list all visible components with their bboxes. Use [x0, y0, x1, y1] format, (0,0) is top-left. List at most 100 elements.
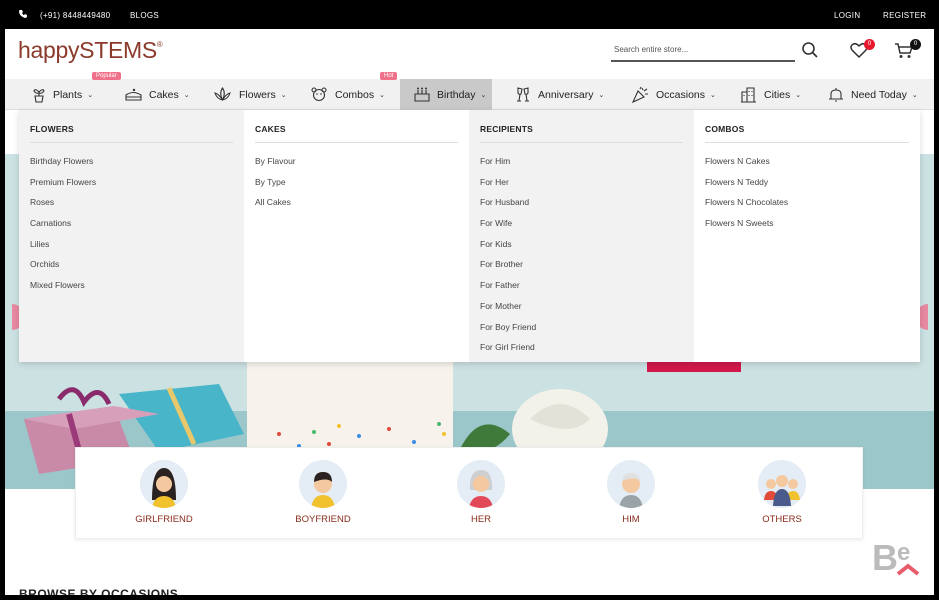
- menu-item[interactable]: By Type: [255, 172, 458, 193]
- birthday-cake-icon: [414, 87, 430, 102]
- svg-text:B: B: [872, 537, 898, 578]
- menu-item[interactable]: Lilies: [30, 234, 233, 255]
- popular-tag: Popular: [92, 72, 121, 80]
- menu-item[interactable]: Flowers N Chocolates: [705, 192, 909, 213]
- logo-registered-mark: ®: [156, 40, 163, 49]
- behance-watermark-icon: B e: [872, 537, 920, 578]
- column-title: COMBOS: [705, 124, 909, 143]
- nav-label: Cakes: [149, 88, 179, 101]
- menu-item[interactable]: For Mother: [480, 296, 683, 317]
- chevron-down-icon: ⌄: [280, 91, 287, 99]
- search-icon[interactable]: [801, 41, 819, 59]
- bell-icon: [829, 87, 843, 102]
- nav-label: Need Today: [851, 88, 907, 101]
- nav-item-flowers[interactable]: Flowers ⌄: [213, 79, 287, 110]
- chevron-down-icon: ⌄: [379, 91, 385, 99]
- glasses-icon: [517, 86, 529, 102]
- mega-col-combos: COMBOS Flowers N Cakes Flowers N Teddy F…: [694, 110, 920, 362]
- boyfriend-avatar-icon: [299, 460, 347, 508]
- recipient-boyfriend[interactable]: BOYFRIEND: [283, 460, 363, 525]
- nav-item-birthday[interactable]: Birthday ⌄: [400, 79, 492, 110]
- nav-item-cakes[interactable]: Cakes ⌄: [125, 79, 190, 110]
- login-link[interactable]: LOGIN: [834, 11, 860, 20]
- menu-item[interactable]: For Wife: [480, 213, 683, 234]
- menu-item[interactable]: Flowers N Teddy: [705, 172, 909, 193]
- recipient-label: HER: [470, 514, 492, 525]
- menu-item[interactable]: For Brother: [480, 254, 683, 275]
- svg-text:e: e: [897, 539, 910, 566]
- nav-label: Occasions: [656, 88, 706, 101]
- top-bar: (+91) 8448449480 BLOGS LOGIN REGISTER: [0, 0, 939, 29]
- column-title: RECIPIENTS: [480, 124, 683, 143]
- column-title: CAKES: [255, 124, 458, 143]
- mega-col-cakes: CAKES By Flavour By Type All Cakes: [244, 110, 469, 362]
- logo-text: happySTEMS: [18, 37, 157, 63]
- flower-icon: [214, 87, 231, 102]
- plant-icon: [33, 88, 45, 103]
- search-input[interactable]: [611, 39, 795, 60]
- menu-item[interactable]: Premium Flowers: [30, 172, 233, 193]
- chevron-down-icon: ⌄: [911, 91, 918, 99]
- recipient-label: GIRLFRIEND: [135, 514, 193, 525]
- chevron-down-icon: ⌄: [480, 91, 487, 99]
- menu-item[interactable]: For Husband: [480, 192, 683, 213]
- nav-item-cities[interactable]: Cities ⌄: [740, 79, 801, 110]
- menu-item[interactable]: Birthday Flowers: [30, 151, 233, 172]
- city-icon: [741, 86, 756, 103]
- wishlist-count: 0: [864, 39, 875, 50]
- wishlist-button[interactable]: 0: [850, 39, 875, 60]
- nav-label: Birthday: [437, 88, 476, 101]
- phone-icon: [19, 10, 27, 18]
- cart-count: 0: [910, 39, 921, 50]
- nav-label: Cities: [764, 88, 791, 101]
- menu-item[interactable]: For Father: [480, 275, 683, 296]
- chevron-down-icon: ⌄: [87, 91, 94, 99]
- recipient-him[interactable]: HIM: [591, 460, 671, 525]
- others-avatar-icon: [758, 460, 806, 508]
- menu-item[interactable]: All Cakes: [255, 192, 458, 213]
- nav-item-combos[interactable]: Combos ⌄ Hot: [310, 72, 398, 110]
- menu-item[interactable]: For Kids: [480, 234, 683, 255]
- phone-number[interactable]: (+91) 8448449480: [40, 11, 110, 20]
- cake-icon: [125, 88, 142, 101]
- recipient-label: HIM: [622, 514, 640, 525]
- menu-item[interactable]: For Him: [480, 151, 683, 172]
- menu-item[interactable]: By Flavour: [255, 151, 458, 172]
- blogs-link[interactable]: BLOGS: [130, 11, 159, 20]
- menu-item[interactable]: Carnations: [30, 213, 233, 234]
- menu-item[interactable]: For Boy Friend: [480, 317, 683, 338]
- page: happySTEMS® 0 0 Plants ⌄ Popular Cakes ⌄ F…: [5, 29, 934, 595]
- browse-occasions-heading: BROWSE BY OCCASIONS: [19, 587, 179, 595]
- recipient-label: OTHERS: [762, 514, 802, 525]
- confetti-icon: [632, 86, 648, 103]
- chevron-down-icon: ⌄: [795, 91, 802, 99]
- nav-item-plants[interactable]: Plants ⌄ Popular: [32, 72, 121, 110]
- search-box: [611, 39, 795, 62]
- menu-item[interactable]: For Girl Friend: [480, 337, 683, 358]
- cart-button[interactable]: 0: [894, 39, 921, 60]
- site-logo[interactable]: happySTEMS®: [18, 37, 163, 64]
- menu-item[interactable]: Mixed Flowers: [30, 275, 233, 296]
- nav-item-occasions[interactable]: Occasions ⌄: [632, 79, 716, 110]
- column-title: FLOWERS: [30, 124, 233, 143]
- menu-item[interactable]: Flowers N Cakes: [705, 151, 909, 172]
- menu-item[interactable]: For Her: [480, 172, 683, 193]
- mega-col-flowers: FLOWERS Birthday Flowers Premium Flowers…: [19, 110, 244, 362]
- register-link[interactable]: REGISTER: [883, 11, 926, 20]
- nav-item-need-today[interactable]: Need Today ⌄: [828, 79, 918, 110]
- recipient-label: BOYFRIEND: [295, 514, 351, 525]
- chevron-down-icon: ⌄: [183, 91, 190, 99]
- chevron-down-icon: ⌄: [710, 91, 716, 99]
- nav-item-anniversary[interactable]: Anniversary ⌄: [515, 79, 604, 110]
- menu-item[interactable]: Flowers N Sweets: [705, 213, 909, 234]
- menu-item[interactable]: Orchids: [30, 254, 233, 275]
- menu-item[interactable]: Roses: [30, 192, 233, 213]
- girlfriend-avatar-icon: [140, 460, 188, 508]
- recipient-girlfriend[interactable]: GIRLFRIEND: [124, 460, 204, 525]
- recipient-categories: GIRLFRIEND BOYFRIEND HER HIM OTHERS: [75, 447, 863, 539]
- teddy-icon: [311, 86, 327, 101]
- recipient-others[interactable]: OTHERS: [742, 460, 822, 525]
- recipient-her[interactable]: HER: [441, 460, 521, 525]
- mega-menu: FLOWERS Birthday Flowers Premium Flowers…: [19, 110, 920, 362]
- chevron-down-icon: ⌄: [598, 91, 605, 99]
